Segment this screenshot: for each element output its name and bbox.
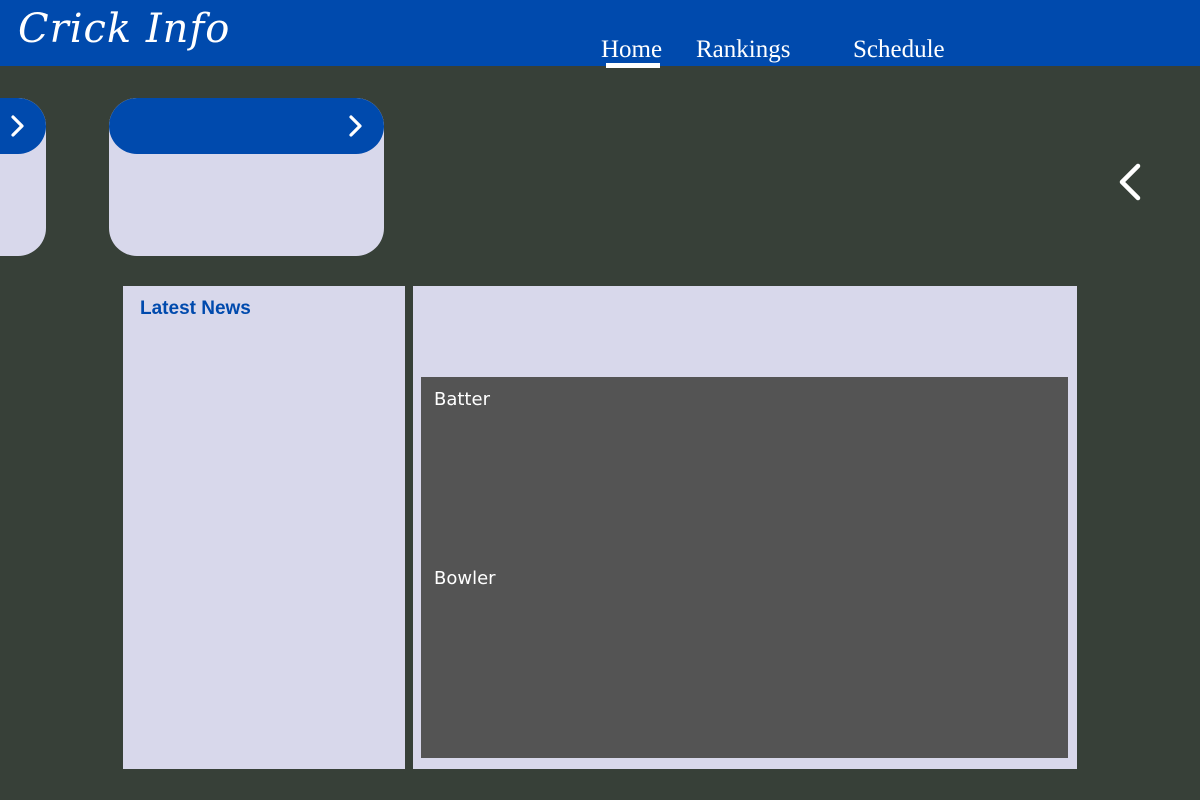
match-card-header — [109, 98, 384, 154]
batter-label: Batter — [434, 389, 490, 410]
site-logo[interactable]: Crick Info — [18, 6, 230, 52]
chevron-right-icon[interactable] — [342, 112, 370, 140]
scorecard-box: Batter Bowler — [421, 377, 1068, 758]
nav-active-indicator — [606, 63, 660, 68]
bowler-label: Bowler — [434, 568, 496, 589]
latest-news-title: Latest News — [140, 298, 251, 319]
match-card-previous[interactable] — [0, 98, 46, 256]
top-navigation-bar: Crick Info Home Rankings Schedule — [0, 0, 1200, 68]
chevron-left-icon[interactable] — [1114, 162, 1148, 202]
nav-rankings[interactable]: Rankings — [696, 36, 790, 64]
chevron-right-icon[interactable] — [4, 112, 32, 140]
nav-home[interactable]: Home — [601, 36, 662, 64]
match-card-header — [0, 98, 46, 154]
latest-news-panel: Latest News — [123, 286, 405, 769]
scorecard-panel: Batter Bowler — [413, 286, 1077, 769]
nav-schedule[interactable]: Schedule — [853, 36, 945, 64]
match-card[interactable] — [109, 98, 384, 256]
